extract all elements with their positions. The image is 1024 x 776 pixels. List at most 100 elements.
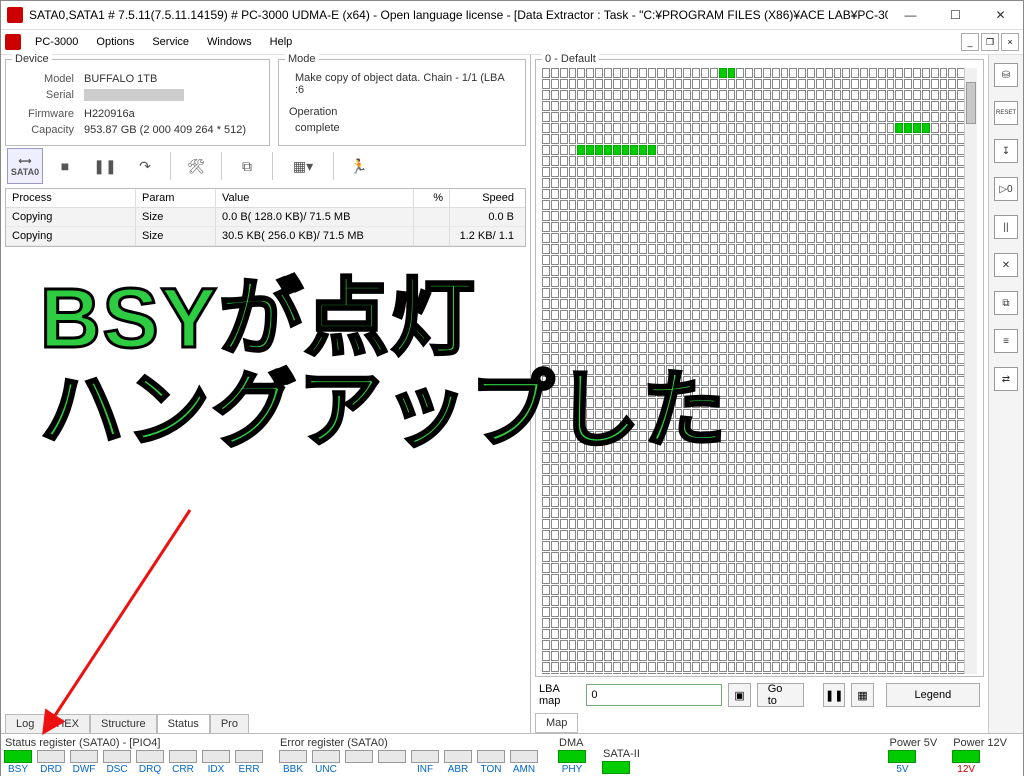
app-icon [7,7,23,23]
led-ton: TON [476,750,506,775]
led-drq: DRQ [135,750,165,775]
led-dwf: DWF [69,750,99,775]
serial-label: Serial [14,88,78,105]
statusbar: Status register (SATA0) - [PIO4] BSYDRDD… [1,733,1023,776]
led-phy: PHY [557,750,587,775]
menubar: PC-3000 Options Service Windows Help _ ❐… [1,30,1023,55]
run-button[interactable]: 🏃 [341,148,377,184]
export-button[interactable]: ↷ [127,148,163,184]
map-scrollbar[interactable] [964,68,977,674]
table-row[interactable]: Copying Size 0.0 B( 128.0 KB)/ 71.5 MB 0… [6,208,525,227]
titlebar: SATA0,SATA1 # 7.5.11(7.5.11.14159) # PC-… [1,1,1023,30]
map-view-button[interactable]: ▦ [851,683,873,707]
led-crr: CRR [168,750,198,775]
tool-reset-icon[interactable]: RESET [994,101,1018,125]
led-x [377,750,407,775]
lba-input[interactable] [586,684,722,706]
tool-cancel-icon[interactable]: ✕ [994,253,1018,277]
mdi-restore[interactable]: ❐ [981,33,999,51]
error-reg-title: Error register (SATA0) [278,737,539,749]
led-dsc: DSC [102,750,132,775]
mdi-close[interactable]: × [1001,33,1019,51]
close-button[interactable]: ✕ [978,1,1023,29]
col-value[interactable]: Value [216,189,414,207]
map-panel: 0 - Default [535,59,984,677]
mode-group: Mode Make copy of object data. Chain - 1… [278,59,526,146]
legend-button[interactable]: Legend [886,683,980,707]
led-12v: 12V [951,750,981,775]
sata2-title: SATA-II [601,748,640,760]
firmware-label: Firmware [14,107,78,121]
mdi-minimize[interactable]: _ [961,33,979,51]
led-x [344,750,374,775]
tool-list-icon[interactable]: ≡ [994,329,1018,353]
minimize-button[interactable]: — [888,1,933,29]
lba-map-grid[interactable] [542,68,977,674]
led-abr: ABR [443,750,473,775]
capacity-label: Capacity [14,123,78,137]
led-drd: DRD [36,750,66,775]
maximize-button[interactable]: ☐ [933,1,978,29]
col-speed[interactable]: Speed [450,189,520,207]
tab-hex[interactable]: HEX [45,714,90,733]
mode-line: Make copy of object data. Chain - 1/1 (L… [285,70,519,98]
map-title: 0 - Default [542,53,599,65]
device-group: Device ModelBUFFALO 1TB Serial FirmwareH… [5,59,270,146]
led-bbk: BBK [278,750,308,775]
power12-title: Power 12V [951,737,1007,749]
led-bsy: BSY [3,750,33,775]
window-title: SATA0,SATA1 # 7.5.11(7.5.11.14159) # PC-… [29,8,888,22]
firmware-value: H220916a [80,107,250,121]
menu-windows[interactable]: Windows [199,33,260,51]
serial-value [80,88,250,105]
pause-button[interactable]: ❚❚ [87,148,123,184]
operation-label: Operation [285,104,519,120]
copy-button[interactable]: ⧉ [229,148,265,184]
stop-button[interactable]: ■ [47,148,83,184]
tab-map[interactable]: Map [535,713,578,733]
sata0-button[interactable]: ⟷SATA0 [7,148,43,184]
tool-play0-icon[interactable]: ▷0 [994,177,1018,201]
tab-status[interactable]: Status [157,714,210,733]
lba-flag-button[interactable]: ▣ [728,683,750,707]
menu-help[interactable]: Help [262,33,301,51]
operation-value: complete [285,120,519,136]
tab-pro[interactable]: Pro [210,714,249,733]
power5-title: Power 5V [887,737,937,749]
table-row[interactable]: Copying Size 30.5 KB( 256.0 KB)/ 71.5 MB… [6,227,525,246]
tool-down-icon[interactable]: ↧ [994,139,1018,163]
col-param[interactable]: Param [136,189,216,207]
goto-button[interactable]: Go to [757,683,804,707]
tools-button[interactable]: 🛠 [178,148,214,184]
menu-options[interactable]: Options [88,33,142,51]
led-unc: UNC [311,750,341,775]
tab-log[interactable]: Log [5,714,45,733]
right-icon-bar: ⛁ RESET ↧ ▷0 || ✕ ⧉ ≡ ⇄ [988,55,1023,733]
device-title: Device [12,53,52,65]
tool-copy-icon[interactable]: ⧉ [994,291,1018,315]
mode-title: Mode [285,53,319,65]
col-percent[interactable]: % [414,189,450,207]
toolbar: ⟷SATA0 ■ ❚❚ ↷ 🛠 ⧉ ▦▾ 🏃 [1,146,530,186]
map-pause-button[interactable]: ❚❚ [823,683,845,707]
menu-app-icon [5,34,21,50]
capacity-value: 953.87 GB (2 000 409 264 * 512) [80,123,250,137]
tab-structure[interactable]: Structure [90,714,157,733]
model-label: Model [14,72,78,86]
bottom-left-pane: Log HEX Structure Status Pro [1,247,530,733]
process-table: Process Param Value % Speed Copying Size… [5,188,526,247]
map-view-button[interactable]: ▦▾ [280,148,326,184]
tool-disk-icon[interactable]: ⛁ [994,63,1018,87]
col-process[interactable]: Process [6,189,136,207]
led-inf: INF [410,750,440,775]
menu-pc3000[interactable]: PC-3000 [27,33,86,51]
led-idx: IDX [201,750,231,775]
led-sata [601,761,631,775]
tool-swap-icon[interactable]: ⇄ [994,367,1018,391]
dma-title: DMA [557,737,587,749]
tool-pause-icon[interactable]: || [994,215,1018,239]
led-err: ERR [234,750,264,775]
status-reg-title: Status register (SATA0) - [PIO4] [3,737,264,749]
menu-service[interactable]: Service [144,33,197,51]
led-amn: AMN [509,750,539,775]
